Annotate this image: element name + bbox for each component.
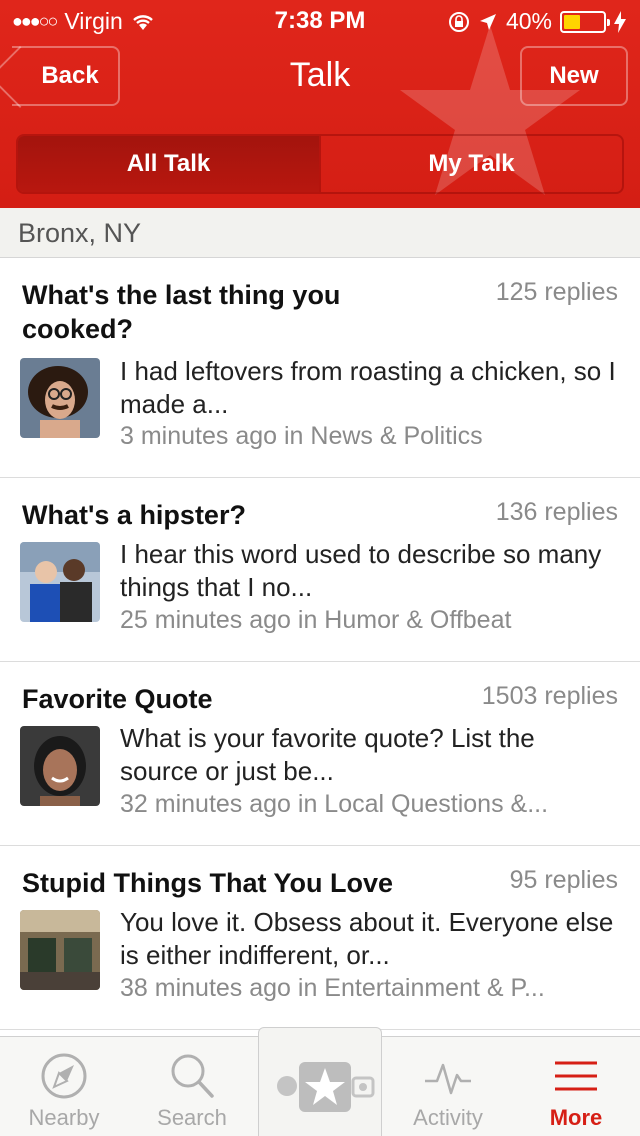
reply-count: 136 replies — [495, 498, 618, 526]
tab-label: Search — [157, 1105, 227, 1130]
charging-bolt-icon — [614, 10, 626, 33]
avatar[interactable] — [20, 358, 100, 438]
tab-label: More — [549, 1105, 603, 1130]
tab-label: Activity — [413, 1105, 483, 1130]
topic-list: What's the last thing you cooked? 125 re… — [0, 258, 640, 1030]
tab-all-talk[interactable]: All Talk — [18, 136, 319, 192]
reply-count: 125 replies — [495, 278, 618, 306]
topic-title[interactable]: Stupid Things That You Love — [22, 866, 492, 900]
reply-count: 95 replies — [509, 866, 618, 894]
tab-label: Nearby — [28, 1105, 100, 1130]
talk-segmented-control: All Talk My Talk — [16, 134, 624, 194]
status-bar: ●●●○○ Virgin 7:38 PM 40% — [0, 0, 640, 40]
topic-title[interactable]: What's the last thing you cooked? — [22, 278, 442, 346]
topic-row[interactable]: What's a hipster? 136 replies I hear thi… — [0, 478, 640, 662]
location-arrow-icon — [479, 13, 496, 30]
topic-title[interactable]: Favorite Quote — [22, 682, 442, 716]
tab-activity[interactable]: Activity — [384, 1037, 512, 1136]
menu-icon — [555, 1061, 597, 1091]
tab-more[interactable]: More — [512, 1037, 640, 1136]
topic-row[interactable]: Stupid Things That You Love 95 replies Y… — [0, 846, 640, 1030]
topic-row[interactable]: What's the last thing you cooked? 125 re… — [0, 258, 640, 478]
check-in-button[interactable] — [258, 1027, 382, 1136]
topic-snippet: What is your favorite quote? List the so… — [120, 723, 535, 786]
avatar[interactable] — [20, 910, 100, 990]
search-icon — [171, 1054, 214, 1098]
topic-row[interactable]: Favorite Quote 1503 replies What is your… — [0, 662, 640, 846]
battery-icon — [560, 10, 610, 33]
avatar[interactable] — [20, 542, 100, 622]
activity-pulse-icon — [425, 1063, 471, 1095]
tab-my-talk[interactable]: My Talk — [319, 136, 622, 192]
location-label: Bronx, NY — [0, 208, 640, 258]
bottom-tab-bar: Nearby Search Activity More — [0, 1027, 640, 1136]
topic-meta: 25 minutes ago in Humor & Offbeat — [120, 606, 512, 634]
new-topic-button[interactable]: New — [520, 46, 628, 106]
topic-meta: 32 minutes ago in Local Questions &... — [120, 790, 549, 818]
topic-snippet: I had leftovers from roasting a chicken,… — [120, 356, 616, 419]
battery-percent: 40% — [505, 8, 552, 34]
rotation-lock-icon — [448, 11, 469, 32]
topic-title[interactable]: What's a hipster? — [22, 498, 442, 532]
topic-snippet: You love it. Obsess about it. Everyone e… — [120, 907, 614, 970]
topic-meta: 38 minutes ago in Entertainment & P... — [120, 974, 545, 1002]
tab-nearby[interactable]: Nearby — [0, 1037, 128, 1136]
compass-icon — [41, 1053, 87, 1099]
app-header: ●●●○○ Virgin 7:38 PM 40% Back Talk New A… — [0, 0, 640, 208]
avatar[interactable] — [20, 726, 100, 806]
topic-snippet: I hear this word used to describe so man… — [120, 539, 602, 602]
reply-count: 1503 replies — [481, 682, 618, 710]
tab-search[interactable]: Search — [128, 1037, 256, 1136]
topic-meta: 3 minutes ago in News & Politics — [120, 422, 483, 450]
check-in-star-camera-icon — [277, 1062, 375, 1112]
